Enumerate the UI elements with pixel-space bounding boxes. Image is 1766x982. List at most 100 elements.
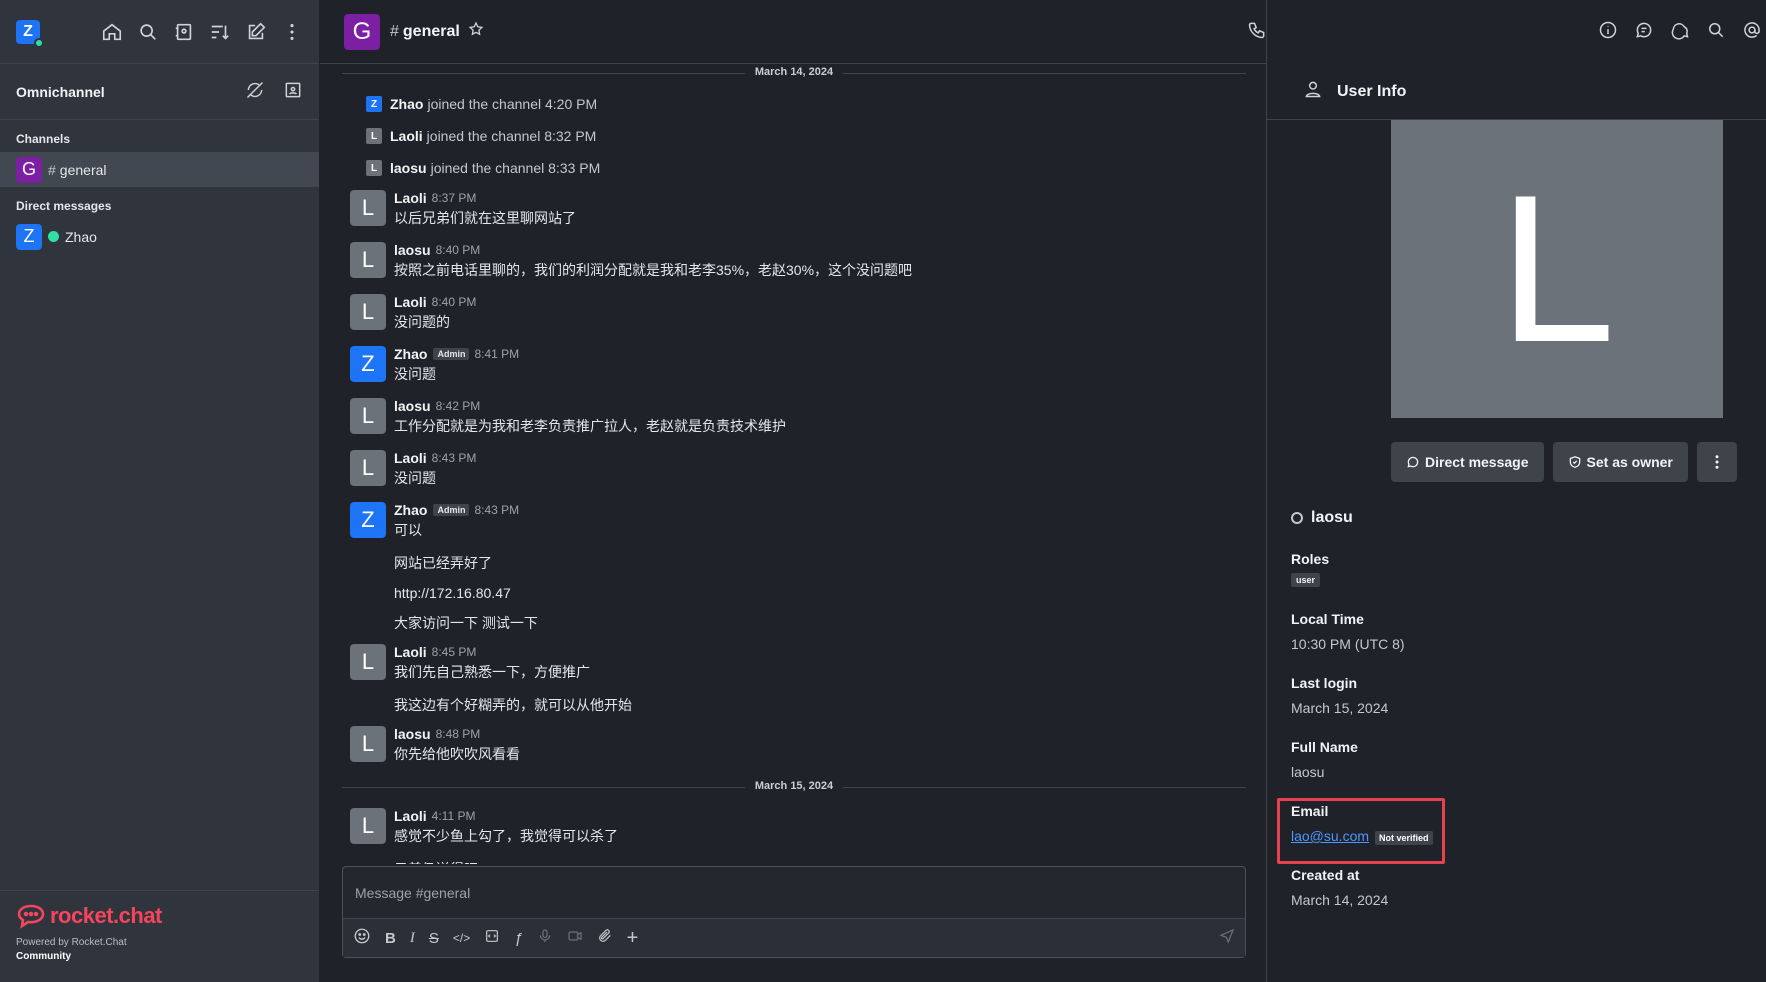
- local-time-label: Local Time: [1291, 611, 1364, 627]
- directory-icon[interactable]: [173, 21, 195, 43]
- panel-title: User Info: [1337, 82, 1407, 100]
- message-continuation[interactable]: 只差仍送得吧: [342, 854, 1246, 864]
- search-messages-icon[interactable]: [1706, 20, 1726, 45]
- kebab-menu-icon[interactable]: [281, 21, 303, 43]
- threads-icon[interactable]: [1634, 20, 1654, 45]
- message[interactable]: Z Zhao Admin 8:41 PM 没问题: [342, 340, 1246, 392]
- message-avatar[interactable]: L: [350, 644, 386, 680]
- formula-icon[interactable]: ƒ: [514, 930, 522, 947]
- message-author[interactable]: Laoli: [394, 808, 427, 824]
- user-info-panel: User Info L Direct message Set as owner …: [1248, 0, 1766, 982]
- user-avatar[interactable]: Z: [16, 19, 44, 48]
- bold-icon[interactable]: B: [385, 930, 396, 947]
- message-author[interactable]: laosu: [394, 726, 431, 742]
- star-icon[interactable]: [468, 21, 484, 42]
- message-text: 我们先自己熟悉一下，方便推广: [394, 664, 590, 680]
- role-badge: user: [1291, 573, 1321, 587]
- message-continuation[interactable]: 大家访问一下 测试一下: [342, 608, 1246, 638]
- message[interactable]: L Laoli 4:11 PM 感觉不少鱼上勾了，我觉得可以杀了: [342, 802, 1246, 854]
- message-author[interactable]: Zhao: [394, 346, 427, 362]
- online-status-dot: [34, 37, 44, 48]
- message-avatar[interactable]: L: [350, 450, 386, 486]
- message-continuation[interactable]: http://172.16.80.47: [342, 578, 1246, 608]
- system-message-user[interactable]: laosu: [390, 160, 427, 176]
- discussion-icon[interactable]: [1670, 20, 1690, 45]
- message-continuation[interactable]: 网站已经弄好了: [342, 548, 1246, 578]
- message-author[interactable]: laosu: [394, 242, 431, 258]
- message-avatar[interactable]: L: [350, 808, 386, 844]
- message-author[interactable]: Laoli: [394, 450, 427, 466]
- edition-text: Community: [16, 951, 71, 962]
- message-avatar[interactable]: L: [350, 398, 386, 434]
- sidebar-item-general[interactable]: G # general: [0, 152, 319, 187]
- message-text: 感觉不少鱼上勾了，我觉得可以杀了: [394, 828, 618, 844]
- username-row: laosu: [1291, 508, 1731, 528]
- more-actions-button[interactable]: [1696, 442, 1737, 482]
- message-author[interactable]: Laoli: [394, 294, 427, 310]
- rocketchat-logo[interactable]: rocket.chat: [16, 903, 303, 929]
- hash-icon: #: [390, 22, 399, 40]
- plus-icon[interactable]: +: [627, 927, 639, 950]
- italic-icon[interactable]: I: [410, 930, 415, 947]
- system-message-user[interactable]: Laoli: [390, 128, 423, 144]
- channels-section-title: Channels: [16, 132, 71, 146]
- message-input[interactable]: Message #general: [343, 867, 1245, 919]
- code-block-icon[interactable]: [484, 928, 500, 948]
- direct-messages-section-title: Direct messages: [16, 199, 112, 213]
- video-icon[interactable]: [567, 928, 583, 948]
- message-avatar[interactable]: L: [350, 190, 386, 226]
- message-author[interactable]: laosu: [394, 398, 431, 414]
- message-avatar[interactable]: Z: [350, 346, 386, 382]
- date-divider-label: March 15, 2024: [744, 780, 844, 792]
- contact-center-icon[interactable]: [283, 80, 303, 103]
- direct-message-button[interactable]: Direct message: [1391, 442, 1544, 482]
- message-avatar[interactable]: L: [350, 242, 386, 278]
- message-author[interactable]: Laoli: [394, 644, 427, 660]
- room-title[interactable]: # general: [390, 23, 460, 41]
- sidebar-item-zhao[interactable]: Z Zhao: [0, 219, 319, 254]
- message[interactable]: L Laoli 8:40 PM 没问题的: [342, 288, 1246, 340]
- microphone-icon[interactable]: [537, 928, 553, 948]
- send-icon[interactable]: [1219, 928, 1235, 948]
- search-icon[interactable]: [137, 21, 159, 43]
- mini-avatar: L: [366, 160, 382, 176]
- message[interactable]: L Laoli 8:43 PM 没问题: [342, 444, 1246, 496]
- message[interactable]: L Laoli 8:45 PM 我们先自己熟悉一下，方便推广: [342, 638, 1246, 690]
- message[interactable]: Llaosu 8:40 PM 按照之前电话里聊的，我们的利润分配就是我和老李35%，…: [342, 236, 1246, 288]
- message-avatar[interactable]: L: [350, 726, 386, 762]
- strikethrough-icon[interactable]: S: [429, 930, 439, 947]
- emoji-icon[interactable]: [353, 927, 371, 949]
- message[interactable]: L Laoli 8:37 PM 以后兄弟们就在这里聊网站了: [342, 184, 1246, 236]
- system-message: Z Zhao joined the channel 4:20 PM: [342, 88, 1246, 120]
- omnichannel-toggle-icon[interactable]: [245, 80, 265, 103]
- chat-bubble-icon: [1407, 456, 1419, 468]
- message-continuation[interactable]: 我这边有个好糊弄的，就可以从他开始: [342, 690, 1246, 720]
- mentions-icon[interactable]: [1742, 20, 1762, 45]
- message-time: 8:48 PM: [435, 727, 481, 741]
- code-icon[interactable]: </>: [453, 931, 470, 945]
- attachment-icon[interactable]: [597, 928, 613, 948]
- home-icon[interactable]: [101, 21, 123, 43]
- message[interactable]: Z Zhao Admin 8:43 PM 可以: [342, 496, 1246, 548]
- offline-status-icon: [1291, 512, 1303, 524]
- message-author[interactable]: Zhao: [394, 502, 427, 518]
- email-highlight-box: [1277, 798, 1445, 864]
- message-avatar[interactable]: Z: [350, 502, 386, 538]
- user-large-avatar: L: [1391, 120, 1723, 418]
- message-avatar[interactable]: L: [350, 294, 386, 330]
- room-main: G # general March 14, 2024 Z Zhao joined th…: [320, 0, 1266, 982]
- message[interactable]: Llaosu 8:48 PM 你先给他吹吹风看看: [342, 720, 1246, 772]
- system-message-user[interactable]: Zhao: [390, 96, 423, 112]
- room-avatar[interactable]: G: [344, 13, 380, 50]
- set-as-owner-button[interactable]: Set as owner: [1552, 442, 1688, 482]
- message-time: 8:45 PM: [431, 645, 477, 659]
- room-name: general: [402, 22, 460, 40]
- message[interactable]: Llaosu 8:42 PM 工作分配就是为我和老李负责推广拉人，老赵就是负责技术维…: [342, 392, 1246, 444]
- sort-icon[interactable]: [209, 21, 231, 43]
- create-new-icon[interactable]: [245, 21, 267, 43]
- kebab-menu-icon: [1715, 455, 1719, 469]
- info-icon[interactable]: [1598, 20, 1618, 45]
- message-author[interactable]: Laoli: [394, 190, 427, 206]
- call-icon[interactable]: [1247, 20, 1267, 45]
- rocketchat-brand-text: rocket.chat: [50, 903, 162, 928]
